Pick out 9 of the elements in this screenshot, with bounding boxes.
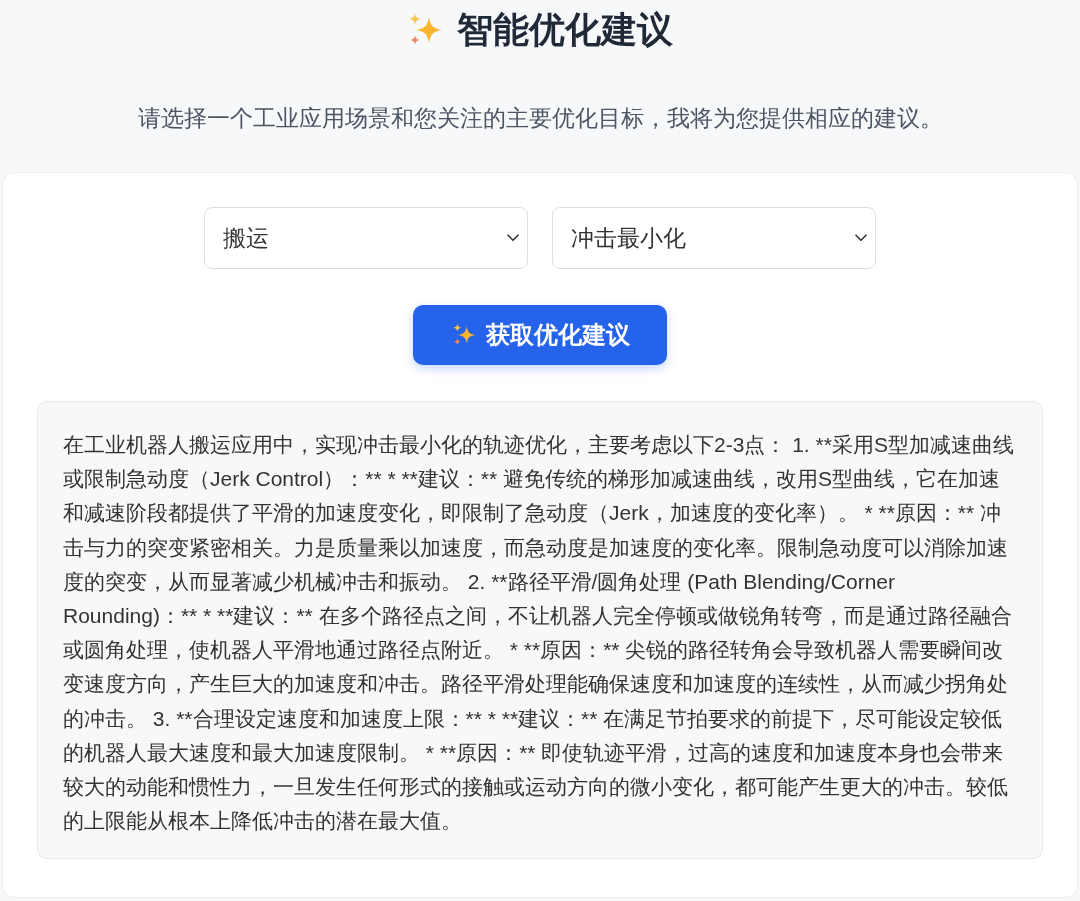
page-subtitle: 请选择一个工业应用场景和您关注的主要优化目标，我将为您提供相应的建议。 xyxy=(136,104,944,133)
get-suggestions-button[interactable]: 获取优化建议 xyxy=(413,305,667,365)
goal-dropdown[interactable]: 冲击最小化 xyxy=(552,207,876,269)
sparkles-icon xyxy=(452,323,476,347)
page-title: 智能优化建议 xyxy=(457,8,673,52)
scenario-dropdown[interactable]: 搬运 xyxy=(204,207,528,269)
suggestion-text: 在工业机器人搬运应用中，实现冲击最小化的轨迹优化，主要考虑以下2-3点： 1. **采用S型加减速曲线或限制急动度（Jerk Control）：** * **建议：** 避免传统的梯形加减速曲线，改用S型曲线，它在加速和减速阶段都提供了平滑的加速度变化，即限制了急动度（Jerk，加速度的变化率）。 * **原因：** 冲击与力的突变紧密相关。力是质量乘以加速度，而急动度是加速度的变化率。限制急动度可以消除加速度的突变，从而显著减少机械冲击和振动。 2. **路径平滑/圆角处理 (Path Blending/Corner Rounding)：** * **建议：** 在多个路径点之间，不让机器人完全停顿或做锐角转弯，而是通过路径融合或圆角处理，使机器人平滑地通过路径点附近。 * **原因：** 尖锐的路径转角会导致机器人需要瞬间改变速度方向，产生巨大的加速度和冲击。路径平滑处理能确保速度和加速度的连续性，从而减少拐角处的冲击。 3. **合理设定速度和加速度上限：** * **建议：** 在满足节拍要求的前提下，尽可能设定较低的机器人最大速度和最大加速度限制。 * **原因：** 即使轨迹平滑，过高的速度和加速度本身也会带来较大的动能和惯性力，一旦发生任何形式的接触或运动方向的微小变化，都可能产生更大的冲击。较低的上限能从根本上降低冲击的潜在最大值。 xyxy=(63,432,1015,835)
chevron-down-icon xyxy=(507,234,519,242)
chevron-down-icon xyxy=(855,234,867,242)
